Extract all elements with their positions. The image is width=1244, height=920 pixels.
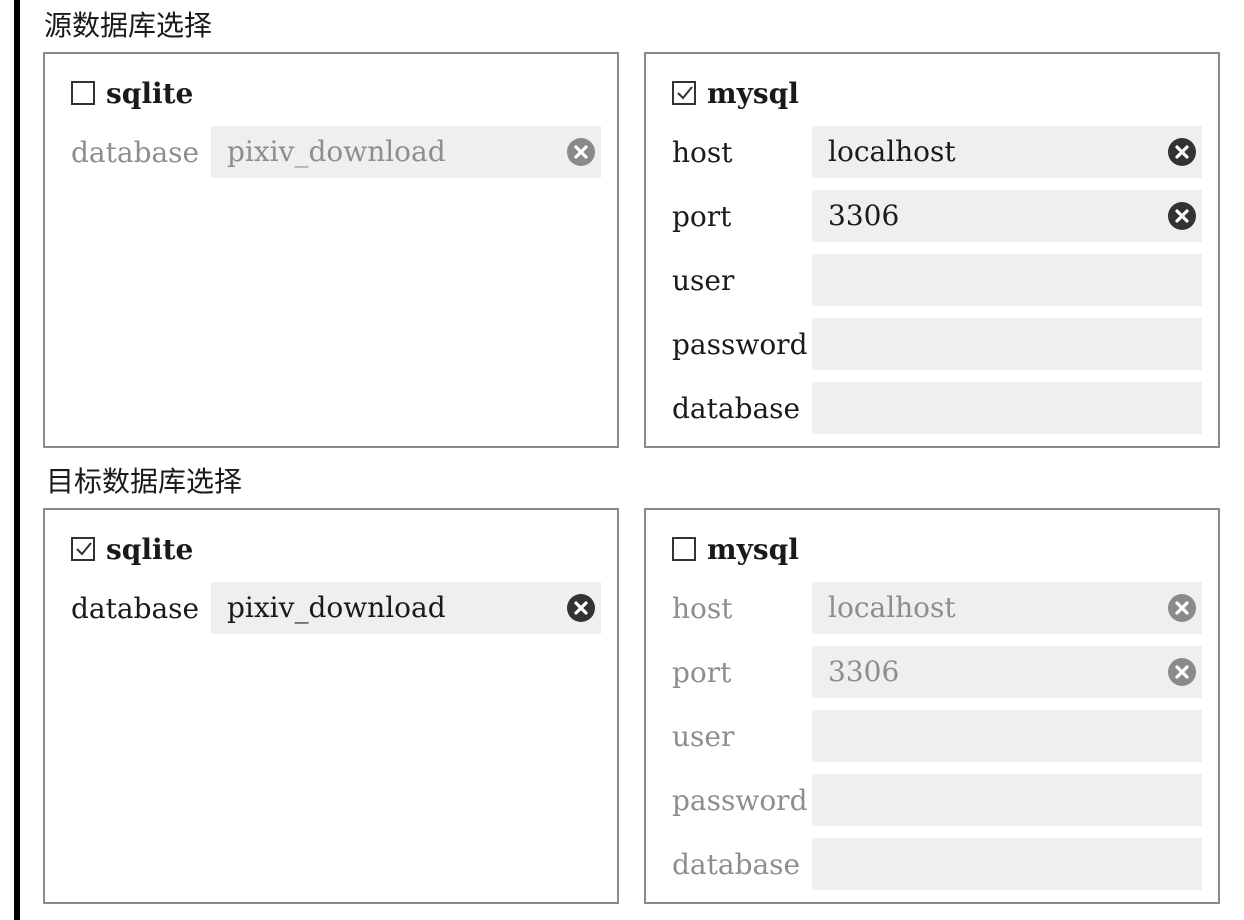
window-left-edge xyxy=(14,0,20,920)
database-value: pixiv_download xyxy=(227,591,446,624)
clear-icon[interactable] xyxy=(1168,202,1196,230)
database-input[interactable]: pixiv_download xyxy=(211,126,601,178)
host-value: localhost xyxy=(828,591,956,624)
host-input[interactable]: localhost xyxy=(812,582,1202,634)
checkbox-label: sqlite xyxy=(106,532,194,566)
source-sqlite-checkbox[interactable]: sqlite xyxy=(71,76,194,110)
database-input[interactable] xyxy=(812,382,1202,434)
field-label-port: port xyxy=(672,656,732,689)
checkbox-label: mysql xyxy=(707,532,799,566)
clear-icon[interactable] xyxy=(1168,138,1196,166)
clear-icon[interactable] xyxy=(567,594,595,622)
field-label-database: database xyxy=(672,848,801,881)
field-label-database: database xyxy=(672,392,801,425)
checkbox-box[interactable] xyxy=(71,537,95,561)
source-section-title: 源数据库选择 xyxy=(44,9,213,42)
user-input[interactable] xyxy=(812,254,1202,306)
checkbox-box[interactable] xyxy=(672,537,696,561)
source-mysql-panel: mysql host localhost port 3306 user pass… xyxy=(644,52,1220,448)
database-input[interactable] xyxy=(812,838,1202,890)
password-input[interactable] xyxy=(812,774,1202,826)
target-mysql-checkbox[interactable]: mysql xyxy=(672,532,799,566)
field-label-password: password xyxy=(672,328,808,361)
port-value: 3306 xyxy=(828,655,900,688)
checkmark-icon xyxy=(677,86,693,100)
host-value: localhost xyxy=(828,135,956,168)
field-label-user: user xyxy=(672,720,735,753)
password-input[interactable] xyxy=(812,318,1202,370)
field-label-password: password xyxy=(672,784,808,817)
port-input[interactable]: 3306 xyxy=(812,190,1202,242)
user-input[interactable] xyxy=(812,710,1202,762)
checkmark-icon xyxy=(76,542,92,556)
checkbox-box[interactable] xyxy=(71,81,95,105)
port-input[interactable]: 3306 xyxy=(812,646,1202,698)
source-mysql-checkbox[interactable]: mysql xyxy=(672,76,799,110)
checkbox-label: mysql xyxy=(707,76,799,110)
target-section-title: 目标数据库选择 xyxy=(46,465,243,498)
checkbox-box[interactable] xyxy=(672,81,696,105)
clear-icon[interactable] xyxy=(1168,658,1196,686)
checkbox-label: sqlite xyxy=(106,76,194,110)
field-label-port: port xyxy=(672,200,732,233)
source-sqlite-panel: sqlite database pixiv_download xyxy=(43,52,619,448)
clear-icon[interactable] xyxy=(1168,594,1196,622)
database-value: pixiv_download xyxy=(227,135,446,168)
target-mysql-panel: mysql host localhost port 3306 user pass… xyxy=(644,508,1220,904)
field-label-user: user xyxy=(672,264,735,297)
field-label-host: host xyxy=(672,136,733,169)
port-value: 3306 xyxy=(828,199,900,232)
target-sqlite-checkbox[interactable]: sqlite xyxy=(71,532,194,566)
field-label-database: database xyxy=(71,136,200,169)
host-input[interactable]: localhost xyxy=(812,126,1202,178)
field-label-database: database xyxy=(71,592,200,625)
field-label-host: host xyxy=(672,592,733,625)
target-sqlite-panel: sqlite database pixiv_download xyxy=(43,508,619,904)
clear-icon[interactable] xyxy=(567,138,595,166)
database-input[interactable]: pixiv_download xyxy=(211,582,601,634)
